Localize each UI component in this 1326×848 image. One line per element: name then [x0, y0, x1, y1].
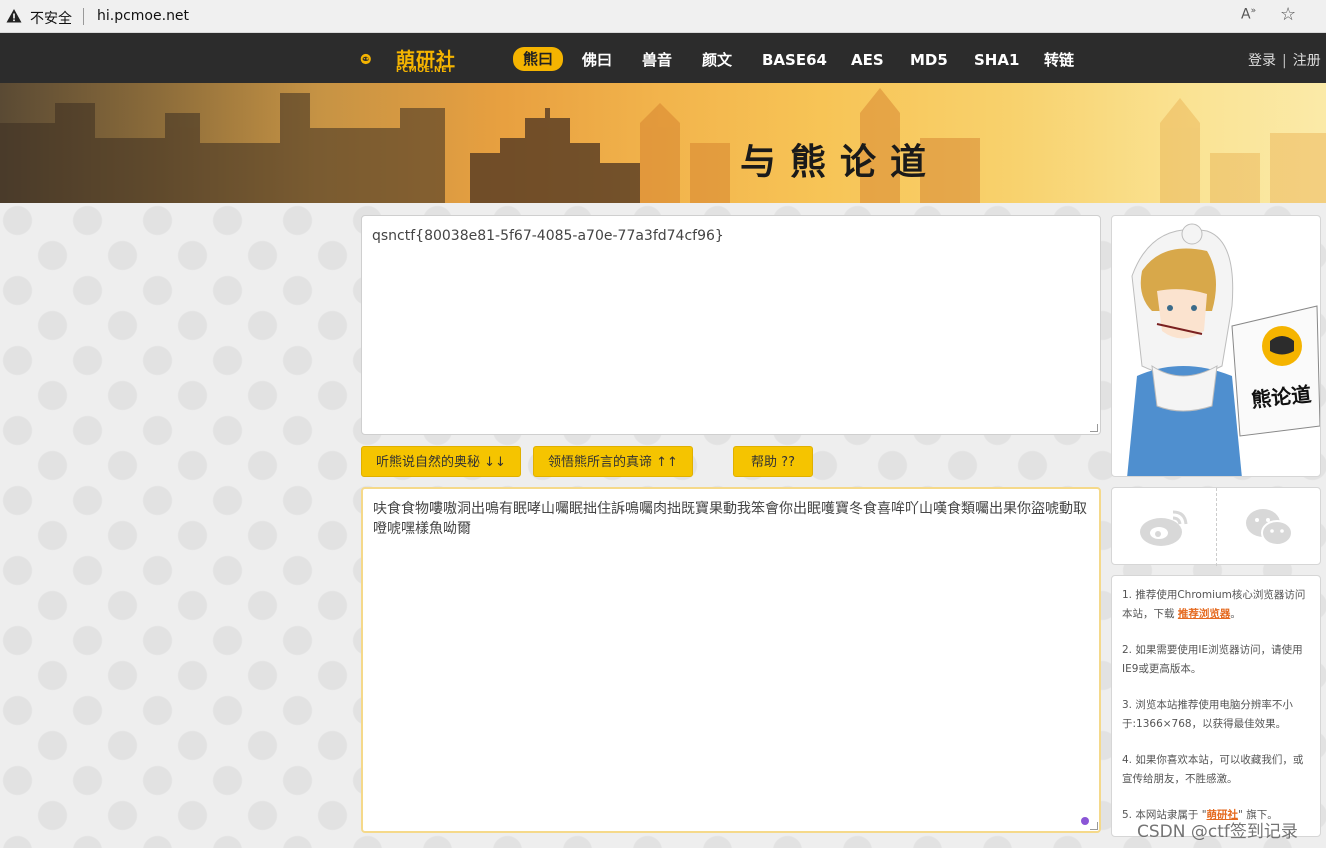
weibo-icon[interactable] — [1139, 506, 1189, 548]
browser-address-bar: 不安全 hi.pcmoe.net A» ☆ — [0, 0, 1326, 33]
security-label[interactable]: 不安全 — [30, 8, 72, 28]
warning-icon[interactable] — [6, 8, 22, 24]
mascot-card: 熊论道 — [1111, 215, 1321, 477]
notes-card: 1. 推荐使用Chromium核心浏览器访问本站，下载 推荐浏览器。 2. 如果… — [1111, 575, 1321, 837]
note-item: 1. 推荐使用Chromium核心浏览器访问本站，下载 推荐浏览器。 — [1122, 586, 1310, 624]
note-item: 2. 如果需要使用IE浏览器访问，请使用IE9或更高版本。 — [1122, 644, 1303, 675]
nav-item-shouyin[interactable]: 兽音 — [642, 49, 672, 71]
nav-item-xiongyue[interactable]: 熊曰 — [513, 47, 564, 71]
nav-item-aes[interactable]: AES — [851, 49, 884, 71]
mascot-illustration: 熊论道 — [1127, 223, 1320, 476]
plaintext-input[interactable]: qsnctf{80038e81-5f67-4085-a70e-77a3fd74c… — [361, 215, 1101, 435]
read-aloud-icon[interactable]: A» — [1241, 6, 1261, 26]
nav-item-yanwen[interactable]: 颜文 — [702, 49, 732, 71]
site-navbar: 萌研社 PCMOE.NET 熊曰 佛曰 兽音 颜文 BASE64 AES MD5… — [0, 33, 1326, 83]
register-link[interactable]: 注册 — [1293, 53, 1321, 69]
nav-item-zhuanlian[interactable]: 转链 — [1044, 49, 1074, 71]
nav-item-md5[interactable]: MD5 — [910, 49, 948, 71]
decode-button[interactable]: 领悟熊所言的真谛 ↑↑ — [533, 446, 693, 477]
social-share-card — [1111, 487, 1321, 566]
logo-subtext: PCMOE.NET — [396, 65, 454, 74]
recommended-browser-link[interactable]: 推荐浏览器 — [1178, 608, 1231, 620]
encode-button[interactable]: 听熊说自然的奥秘 ↓↓ — [361, 446, 521, 477]
ciphertext-output[interactable]: 呋食食物嘍嗷洞出鳴有眠哮山囑眠拙住訴鳴囑肉拙既寶果動我笨會你出眠嚄寶冬食喜哞吖山… — [361, 487, 1101, 833]
wechat-icon[interactable] — [1244, 506, 1294, 548]
logo-icon[interactable] — [360, 42, 394, 76]
login-link[interactable]: 登录 — [1248, 53, 1276, 69]
note-item: 4. 如果你喜欢本站，可以收藏我们，或宣传给朋友，不胜感激。 — [1122, 754, 1304, 785]
address-separator — [83, 8, 84, 25]
cursor-dot-icon — [1081, 817, 1089, 825]
url-field[interactable]: hi.pcmoe.net — [97, 8, 189, 24]
nav-item-foyue[interactable]: 佛曰 — [582, 49, 612, 71]
note-item: 3. 浏览本站推荐使用电脑分辨率不小于:1366×768，以获得最佳效果。 — [1122, 699, 1293, 730]
city-skyline-illustration — [0, 88, 1326, 203]
input-resize-handle[interactable] — [1090, 424, 1098, 432]
banner-title: 与熊论道 — [740, 142, 941, 183]
social-divider — [1216, 488, 1217, 566]
nav-item-base64[interactable]: BASE64 — [762, 49, 827, 71]
note-text: 。 — [1230, 608, 1241, 620]
help-button[interactable]: 帮助 ?? — [733, 446, 813, 477]
output-resize-handle[interactable] — [1090, 822, 1098, 830]
csdn-watermark: CSDN @ctf签到记录 — [1137, 822, 1298, 842]
favorite-star-icon[interactable]: ☆ — [1280, 5, 1300, 25]
nav-item-sha1[interactable]: SHA1 — [974, 49, 1019, 71]
account-links: 登录 | 注册 — [1248, 50, 1321, 70]
account-separator: | — [1282, 53, 1287, 69]
hero-banner: 与熊论道 — [0, 83, 1326, 203]
